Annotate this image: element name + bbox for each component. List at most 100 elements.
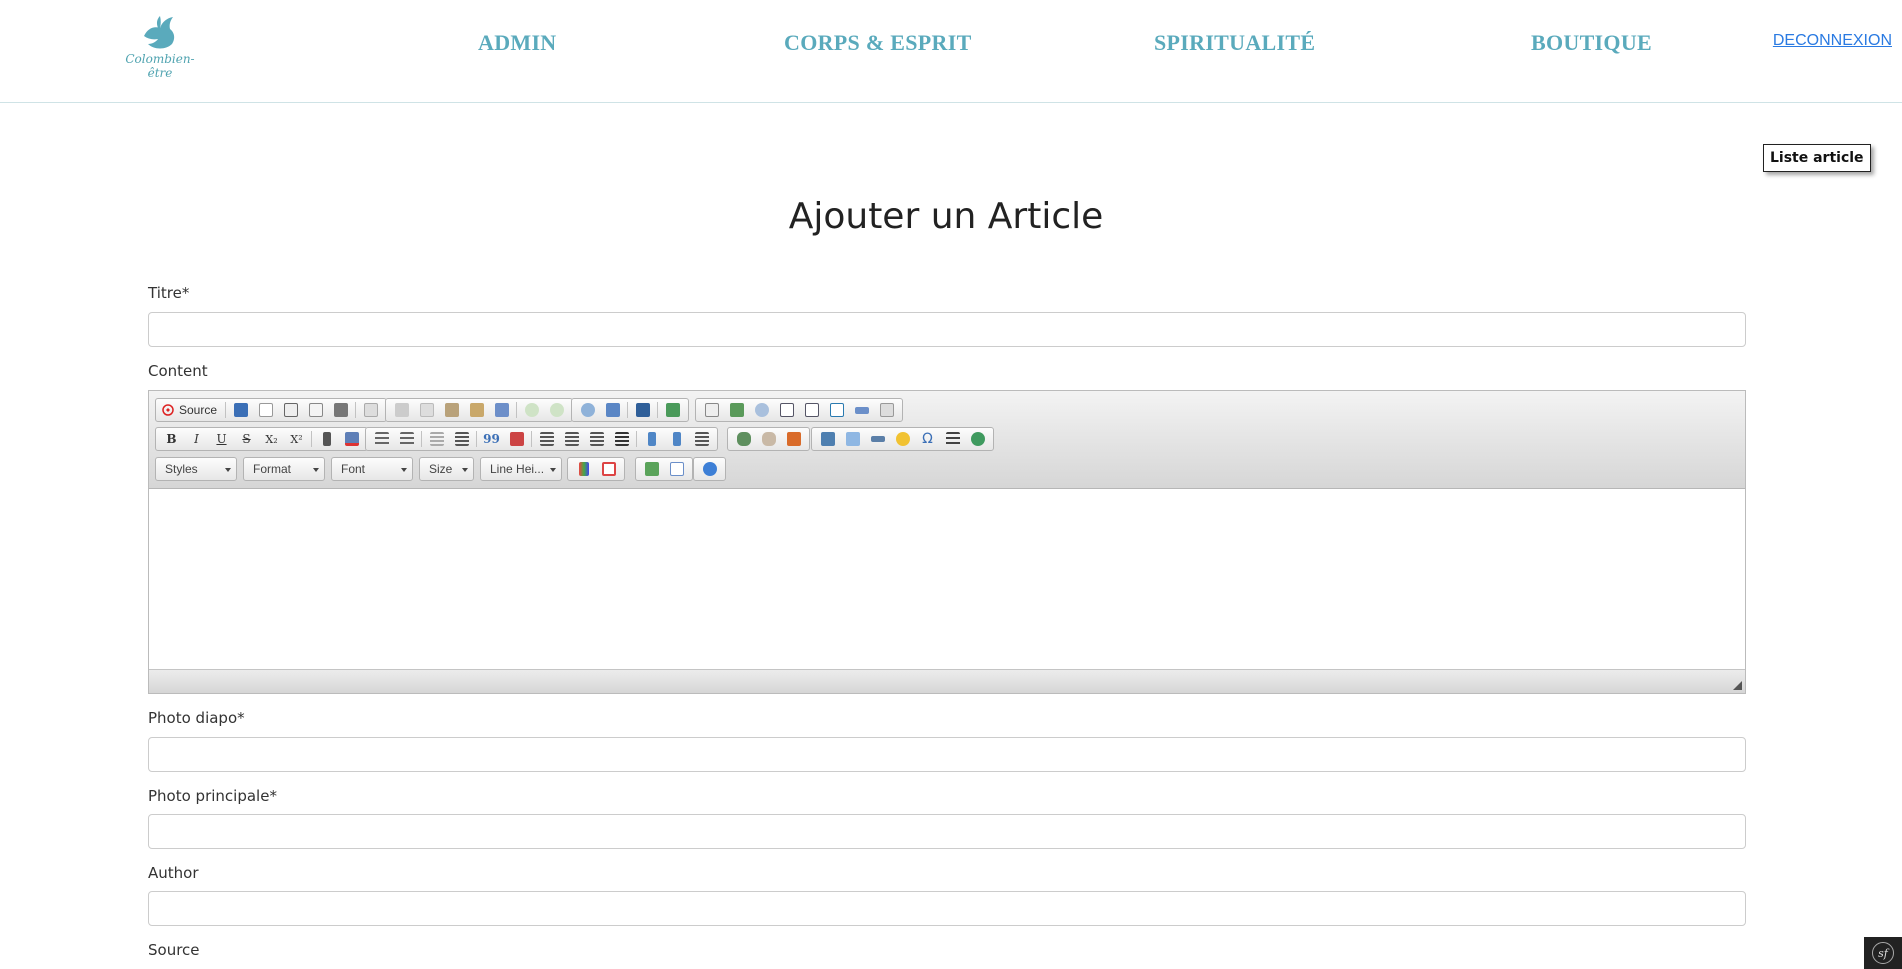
numbered-list-button[interactable] (369, 428, 394, 450)
copy-format-button[interactable] (314, 428, 339, 450)
preview-button[interactable] (303, 399, 328, 421)
smiley-button[interactable] (890, 428, 915, 450)
align-center-button[interactable] (559, 428, 584, 450)
horizontal-rule-button[interactable] (865, 428, 890, 450)
find-button[interactable] (575, 399, 600, 421)
print-icon (333, 403, 348, 417)
toolbar-separator (516, 402, 517, 418)
unlink-button[interactable] (756, 428, 781, 450)
toolbar-group-about (693, 457, 726, 481)
text-color-button[interactable] (571, 458, 596, 480)
paintbrush-icon (322, 432, 331, 446)
resize-handle-icon[interactable] (1733, 681, 1742, 690)
toolbar-separator (657, 402, 658, 418)
undo-button[interactable] (519, 399, 544, 421)
line-height-dropdown[interactable]: Line Hei... (480, 457, 562, 481)
source-button[interactable]: Source (159, 399, 223, 421)
image-button-icon (879, 403, 894, 417)
horizontal-rule-icon (870, 436, 885, 442)
language-button[interactable] (689, 428, 714, 450)
link-button[interactable] (731, 428, 756, 450)
format-dropdown[interactable]: Format (243, 457, 325, 481)
indent-button[interactable] (449, 428, 474, 450)
spellcheck-button[interactable] (660, 399, 685, 421)
maximize-button[interactable] (639, 458, 664, 480)
creatediv-button[interactable] (504, 428, 529, 450)
export-pdf-button[interactable] (278, 399, 303, 421)
image-button[interactable] (815, 428, 840, 450)
radio-button[interactable] (749, 399, 774, 421)
symfony-toolbar-toggle[interactable]: sf (1864, 937, 1902, 969)
toolbar-group-forms (695, 398, 903, 422)
site-logo[interactable]: Colombien-être (118, 14, 202, 80)
italic-button[interactable]: I (184, 428, 209, 450)
paste-word-button[interactable] (489, 399, 514, 421)
size-dropdown[interactable]: Size (419, 457, 474, 481)
align-right-button[interactable] (584, 428, 609, 450)
paste-button[interactable] (439, 399, 464, 421)
templates-button[interactable] (358, 399, 383, 421)
align-left-button[interactable] (534, 428, 559, 450)
form-icon (704, 403, 719, 417)
strike-button[interactable]: S (234, 428, 259, 450)
editor-content-area[interactable] (149, 489, 1745, 671)
textarea-icon (804, 403, 819, 417)
iframe-button[interactable] (965, 428, 990, 450)
select-all-button[interactable] (630, 399, 655, 421)
outdent-button[interactable] (424, 428, 449, 450)
subscript-button[interactable]: X₂ (259, 428, 284, 450)
chevron-down-icon (550, 468, 556, 472)
save-button[interactable] (228, 399, 253, 421)
print-button[interactable] (328, 399, 353, 421)
textarea-button[interactable] (799, 399, 824, 421)
checkbox-button[interactable] (724, 399, 749, 421)
templates-icon (363, 403, 378, 417)
show-blocks-button[interactable] (664, 458, 689, 480)
paste-text-button[interactable] (464, 399, 489, 421)
special-char-button[interactable]: Ω (915, 428, 940, 450)
button-icon (854, 406, 869, 414)
logout-link[interactable]: DECONNEXION (1773, 32, 1892, 50)
editor-toolbar: Source B I U S X₂ X² 99 Ω Styles Format … (149, 391, 1745, 489)
new-page-button[interactable] (253, 399, 278, 421)
form-button-button[interactable] (849, 399, 874, 421)
redo-button[interactable] (544, 399, 569, 421)
bold-button[interactable]: B (159, 428, 184, 450)
anchor-button[interactable] (781, 428, 806, 450)
image-button-button[interactable] (874, 399, 899, 421)
underline-button[interactable]: U (209, 428, 234, 450)
toolbar-separator (476, 431, 477, 447)
outdent-icon (429, 432, 444, 446)
styles-dropdown[interactable]: Styles (155, 457, 237, 481)
textfield-button[interactable] (774, 399, 799, 421)
copy-button[interactable] (414, 399, 439, 421)
justify-button[interactable] (609, 428, 634, 450)
superscript-button[interactable]: X² (284, 428, 309, 450)
nav-spiritualite[interactable]: SPIRITUALITÉ (1154, 30, 1315, 56)
author-input[interactable] (148, 891, 1746, 926)
ltr-button[interactable] (639, 428, 664, 450)
bulleted-list-icon (399, 432, 414, 446)
about-button[interactable] (697, 458, 722, 480)
article-list-button[interactable]: Liste article (1763, 144, 1871, 172)
photo-diapo-input[interactable] (148, 737, 1746, 772)
nav-corps-esprit[interactable]: CORPS & ESPRIT (784, 30, 972, 56)
rtl-button[interactable] (664, 428, 689, 450)
bulleted-list-button[interactable] (394, 428, 419, 450)
remove-format-button[interactable] (339, 428, 364, 450)
photo-principale-input[interactable] (148, 814, 1746, 849)
titre-input[interactable] (148, 312, 1746, 347)
font-dropdown[interactable]: Font (331, 457, 413, 481)
nav-boutique[interactable]: BOUTIQUE (1531, 30, 1652, 56)
toolbar-group-editing (571, 398, 689, 422)
cut-button[interactable] (389, 399, 414, 421)
remove-format-icon (344, 432, 359, 446)
bg-color-button[interactable] (596, 458, 621, 480)
form-button[interactable] (699, 399, 724, 421)
page-break-button[interactable] (940, 428, 965, 450)
replace-button[interactable] (600, 399, 625, 421)
blockquote-button[interactable]: 99 (479, 428, 504, 450)
nav-admin[interactable]: ADMIN (478, 30, 557, 56)
table-button[interactable] (840, 428, 865, 450)
select-button[interactable] (824, 399, 849, 421)
